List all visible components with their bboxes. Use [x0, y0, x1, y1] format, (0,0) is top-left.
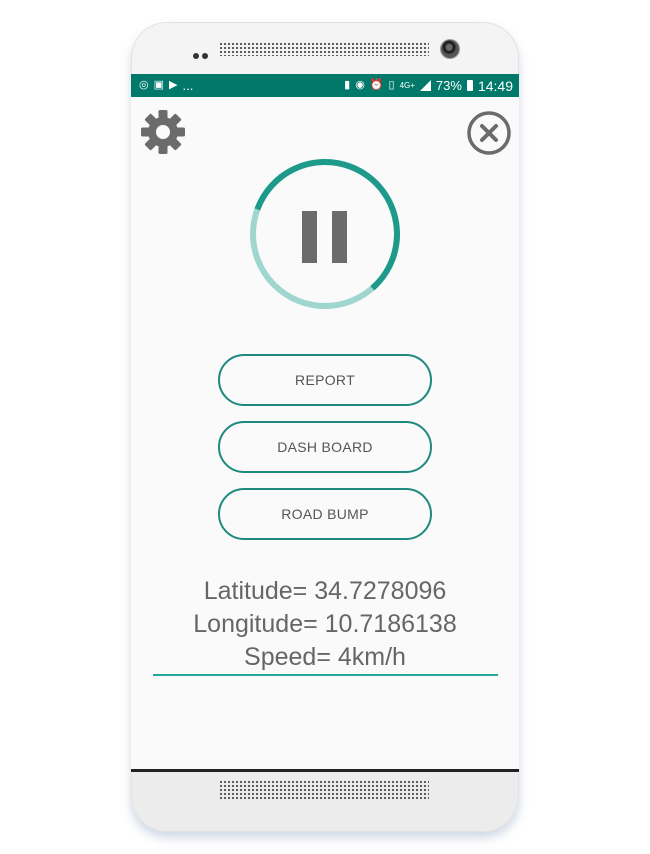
- whatsapp-icon: ◎: [139, 79, 149, 91]
- pause-icon: [302, 211, 347, 263]
- youtube-icon: ▶: [169, 79, 178, 91]
- longitude-text: Longitude= 10.7186138: [193, 610, 457, 638]
- bottom-speaker: [219, 780, 429, 800]
- sim-icon: ▯: [388, 79, 395, 91]
- network-type: 4G+: [399, 81, 415, 90]
- app-screen: ◎ ▣ ▶ ... ▮ ◉ ⏰ ▯ 4G+ 73% 14:49 REPORT D…: [131, 74, 519, 772]
- speed-text: Speed= 4km/h: [244, 643, 406, 671]
- dashboard-button[interactable]: DASH BOARD: [218, 421, 432, 473]
- phone-frame: ◎ ▣ ▶ ... ▮ ◉ ⏰ ▯ 4G+ 73% 14:49 REPORT D…: [131, 22, 519, 832]
- battery-saver-icon: ▮: [344, 79, 351, 91]
- location-icon: ◉: [355, 79, 365, 91]
- signal-icon: [419, 80, 431, 91]
- progress-arc: [250, 159, 400, 309]
- alarm-icon: ⏰: [369, 79, 384, 91]
- battery-icon: [466, 80, 473, 91]
- close-circle-icon[interactable]: [466, 110, 512, 156]
- front-camera: [441, 40, 459, 58]
- report-button[interactable]: REPORT: [218, 354, 432, 406]
- gear-icon[interactable]: [139, 108, 187, 156]
- notification-overflow: ...: [182, 78, 194, 93]
- earpiece-speaker: [219, 42, 429, 56]
- road-bump-button[interactable]: ROAD BUMP: [218, 488, 432, 540]
- battery-percent: 73%: [435, 78, 462, 93]
- status-bar: ◎ ▣ ▶ ... ▮ ◉ ⏰ ▯ 4G+ 73% 14:49: [131, 74, 519, 97]
- pause-toggle[interactable]: [249, 158, 401, 310]
- latitude-text: Latitude= 34.7278096: [203, 577, 447, 605]
- sensor-dots: [193, 46, 211, 64]
- info-divider: [153, 674, 498, 676]
- status-time: 14:49: [477, 77, 513, 94]
- instagram-icon: ▣: [153, 79, 165, 91]
